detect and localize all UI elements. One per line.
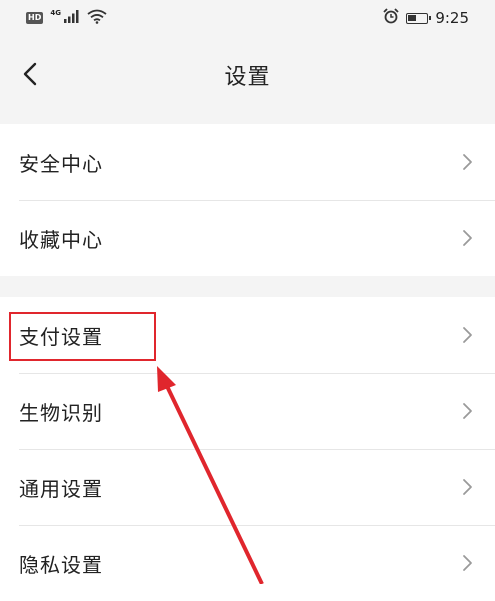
row-privacy-settings[interactable]: 隐私设置 [0, 525, 495, 601]
row-label: 隐私设置 [19, 552, 103, 577]
row-biometrics[interactable]: 生物识别 [0, 373, 495, 449]
chevron-right-icon [461, 478, 473, 496]
row-label: 安全中心 [19, 151, 103, 176]
network-type-label: 4G [50, 9, 61, 17]
chevron-right-icon [461, 229, 473, 247]
row-label: 收藏中心 [19, 227, 103, 252]
chevron-right-icon [461, 153, 473, 171]
status-left: HD 4G [26, 9, 107, 28]
alarm-icon [383, 8, 399, 28]
row-general-settings[interactable]: 通用设置 [0, 449, 495, 525]
back-button[interactable] [10, 56, 50, 96]
battery-icon [406, 12, 432, 24]
hd-icon: HD [26, 12, 44, 24]
status-right: 9:25 [383, 8, 469, 28]
status-time: 9:25 [435, 9, 469, 27]
row-label: 生物识别 [19, 400, 103, 425]
chevron-left-icon [23, 62, 37, 90]
status-bar: HD 4G 9:25 [0, 0, 495, 36]
chevron-right-icon [461, 326, 473, 344]
highlight-box [9, 312, 156, 361]
nav-bar: 设置 [0, 36, 495, 124]
battery-fill [408, 14, 417, 21]
row-label: 通用设置 [19, 476, 103, 501]
settings-group-1: 安全中心 收藏中心 [0, 124, 495, 276]
wifi-icon [87, 9, 107, 28]
row-favorites-center[interactable]: 收藏中心 [0, 200, 495, 276]
chevron-right-icon [461, 402, 473, 420]
signal-icon [63, 9, 80, 27]
row-security-center[interactable]: 安全中心 [0, 124, 495, 200]
chevron-right-icon [461, 554, 473, 572]
page-title: 设置 [224, 65, 271, 90]
